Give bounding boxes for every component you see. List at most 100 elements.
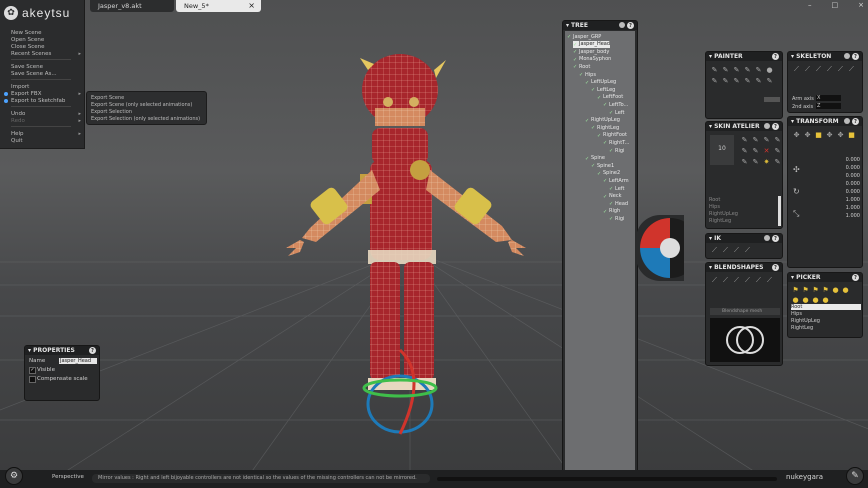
help-icon[interactable]: ? bbox=[772, 235, 779, 242]
menu-export-fbx[interactable]: Export FBX bbox=[11, 91, 41, 97]
submenu-export-selection[interactable]: Export Selection bbox=[91, 109, 132, 115]
ik-chain-icon[interactable]: ⟋ bbox=[743, 246, 752, 255]
brush-icon[interactable]: ✎ bbox=[754, 76, 763, 85]
transform-value[interactable]: 1.000 bbox=[846, 205, 860, 211]
visibility-check-icon[interactable]: ✓ bbox=[573, 49, 578, 55]
tree-row[interactable]: ✓ Hips bbox=[579, 71, 596, 79]
visibility-check-icon[interactable]: ✓ bbox=[603, 194, 608, 200]
shape-icon[interactable]: ⟋ bbox=[732, 276, 741, 285]
brush-icon[interactable]: ✎ bbox=[743, 65, 752, 74]
app-logo[interactable]: ✿ akeytsu bbox=[4, 4, 82, 22]
tree-row[interactable]: ✓ Spine bbox=[585, 155, 605, 162]
menu-close-scene[interactable]: Close Scene bbox=[11, 44, 45, 50]
visibility-check-icon[interactable]: ✓ bbox=[597, 95, 602, 101]
skin-weight-value[interactable]: 10 bbox=[710, 135, 734, 165]
picker-icon[interactable]: ● bbox=[811, 295, 820, 304]
visibility-check-icon[interactable]: ✓ bbox=[597, 133, 602, 139]
tree-row[interactable]: ✓ Spine1 bbox=[591, 162, 614, 170]
brush-icon[interactable]: ✎ bbox=[751, 157, 760, 166]
settings-icon[interactable] bbox=[764, 235, 770, 241]
picker-icon[interactable]: ● bbox=[801, 295, 810, 304]
arm-axis-select[interactable]: X bbox=[816, 95, 841, 101]
tree-row[interactable]: ✓ Head bbox=[609, 200, 628, 208]
visibility-check-icon[interactable]: ✓ bbox=[609, 186, 614, 192]
transform-value[interactable]: 0.000 bbox=[846, 181, 860, 187]
rotate-icon[interactable]: ↻ bbox=[793, 187, 800, 196]
view-mode-label[interactable]: Perspective bbox=[52, 474, 84, 480]
sphere-icon[interactable]: ● bbox=[765, 65, 774, 74]
tree-row[interactable]: ✓ RightT... bbox=[603, 139, 629, 147]
picker-icon[interactable]: ⚑ bbox=[791, 285, 800, 294]
move-icon[interactable]: ✥ bbox=[836, 130, 845, 139]
picker-icon[interactable]: ● bbox=[831, 285, 840, 294]
tab-jasper-v8[interactable]: Jasper_v8.akt bbox=[90, 0, 174, 12]
bone-icon[interactable]: ⟋ bbox=[814, 65, 823, 74]
submenu-export-scene[interactable]: Export Scene bbox=[91, 95, 124, 101]
pen-tool-icon[interactable]: ✎ bbox=[846, 467, 864, 485]
visibility-check-icon[interactable]: ✓ bbox=[567, 34, 572, 40]
settings-icon[interactable] bbox=[764, 123, 770, 129]
brush-icon[interactable]: ✎ bbox=[773, 135, 782, 144]
tree-row[interactable]: ✓ MonaSyphon bbox=[573, 56, 611, 63]
brush-icon[interactable]: ✎ bbox=[740, 157, 749, 166]
picker-list-item[interactable]: RightUpLeg bbox=[791, 318, 820, 324]
bone-icon[interactable]: ⟋ bbox=[825, 65, 834, 74]
shape-icon[interactable]: ⟋ bbox=[710, 276, 719, 285]
shape-icon[interactable]: ⟋ bbox=[754, 276, 763, 285]
help-icon[interactable]: ? bbox=[852, 118, 859, 125]
visibility-check-icon[interactable]: ✓ bbox=[591, 163, 596, 169]
help-icon[interactable]: ? bbox=[852, 53, 859, 60]
tree-row[interactable]: ✓ RightFoot bbox=[597, 132, 627, 139]
ik-chain-icon[interactable]: ⟋ bbox=[721, 246, 730, 255]
menu-save-scene-as[interactable]: Save Scene As... bbox=[11, 71, 57, 77]
visibility-check-icon[interactable]: ✓ bbox=[585, 80, 590, 86]
bone-icon[interactable]: ⟋ bbox=[803, 65, 812, 74]
brush-icon[interactable]: ✎ bbox=[710, 76, 719, 85]
visibility-check-icon[interactable]: ✓ bbox=[603, 178, 608, 184]
close-window-icon[interactable]: × bbox=[858, 1, 864, 11]
timeline-scrubber[interactable] bbox=[437, 477, 777, 481]
brush-icon[interactable]: ✎ bbox=[773, 146, 782, 155]
picker-icon[interactable]: ● bbox=[791, 295, 800, 304]
picker-list-item[interactable]: Hips bbox=[791, 311, 802, 317]
submenu-export-scene-selected-anims[interactable]: Export Scene (only selected animations) bbox=[91, 102, 192, 108]
transform-value[interactable]: 0.000 bbox=[846, 165, 860, 171]
visibility-check-icon[interactable]: ✓ bbox=[609, 148, 614, 154]
settings-icon[interactable] bbox=[619, 22, 625, 28]
move-icon[interactable]: ✥ bbox=[792, 130, 801, 139]
tree-row[interactable]: ✓ RightLeg bbox=[591, 124, 619, 132]
close-icon[interactable]: × bbox=[248, 1, 255, 10]
visibility-check-icon[interactable]: ✓ bbox=[603, 209, 608, 215]
menu-recent-scenes[interactable]: Recent Scenes bbox=[11, 51, 51, 57]
tree-row[interactable]: ✓ LeftLeg bbox=[591, 86, 615, 94]
brush-icon[interactable]: ✎ bbox=[765, 76, 774, 85]
tree-row[interactable]: ✓ Rigi bbox=[609, 215, 624, 223]
menu-quit[interactable]: Quit bbox=[11, 138, 23, 144]
bone-icon[interactable]: ⟋ bbox=[847, 65, 856, 74]
menu-undo[interactable]: Undo bbox=[11, 111, 25, 117]
picker-icon[interactable]: ⚑ bbox=[821, 285, 830, 294]
visibility-check-icon[interactable]: ✓ bbox=[609, 110, 614, 116]
brush-icon[interactable]: ✎ bbox=[773, 157, 782, 166]
visibility-check-icon[interactable]: ✓ bbox=[609, 201, 614, 207]
visibility-check-icon[interactable]: ✓ bbox=[609, 216, 614, 222]
menu-new-scene[interactable]: New Scene bbox=[11, 30, 42, 36]
tree-row[interactable]: ✓ Root bbox=[573, 63, 590, 71]
settings-icon[interactable] bbox=[844, 118, 850, 124]
cross-red-icon[interactable]: ✕ bbox=[762, 146, 771, 155]
brush-icon[interactable]: ✎ bbox=[721, 65, 730, 74]
transform-value[interactable]: 1.000 bbox=[846, 213, 860, 219]
brush-icon[interactable]: ✎ bbox=[762, 135, 771, 144]
picker-icon[interactable]: ● bbox=[821, 295, 830, 304]
menu-open-scene[interactable]: Open Scene bbox=[11, 37, 44, 43]
help-icon[interactable]: ? bbox=[772, 123, 779, 130]
settings-icon[interactable] bbox=[844, 53, 850, 59]
name-field[interactable]: Jasper_Head bbox=[59, 358, 97, 364]
scale-icon[interactable]: ⤡ bbox=[793, 209, 799, 219]
tree-row[interactable]: ✓ Jasper_Head bbox=[573, 40, 611, 48]
menu-redo[interactable]: Redo bbox=[11, 118, 25, 124]
move-icon[interactable]: ✥ bbox=[803, 130, 812, 139]
move-icon[interactable]: ✥ bbox=[825, 130, 834, 139]
brush-icon[interactable]: ✎ bbox=[721, 76, 730, 85]
visibility-check-icon[interactable]: ✓ bbox=[591, 125, 596, 131]
